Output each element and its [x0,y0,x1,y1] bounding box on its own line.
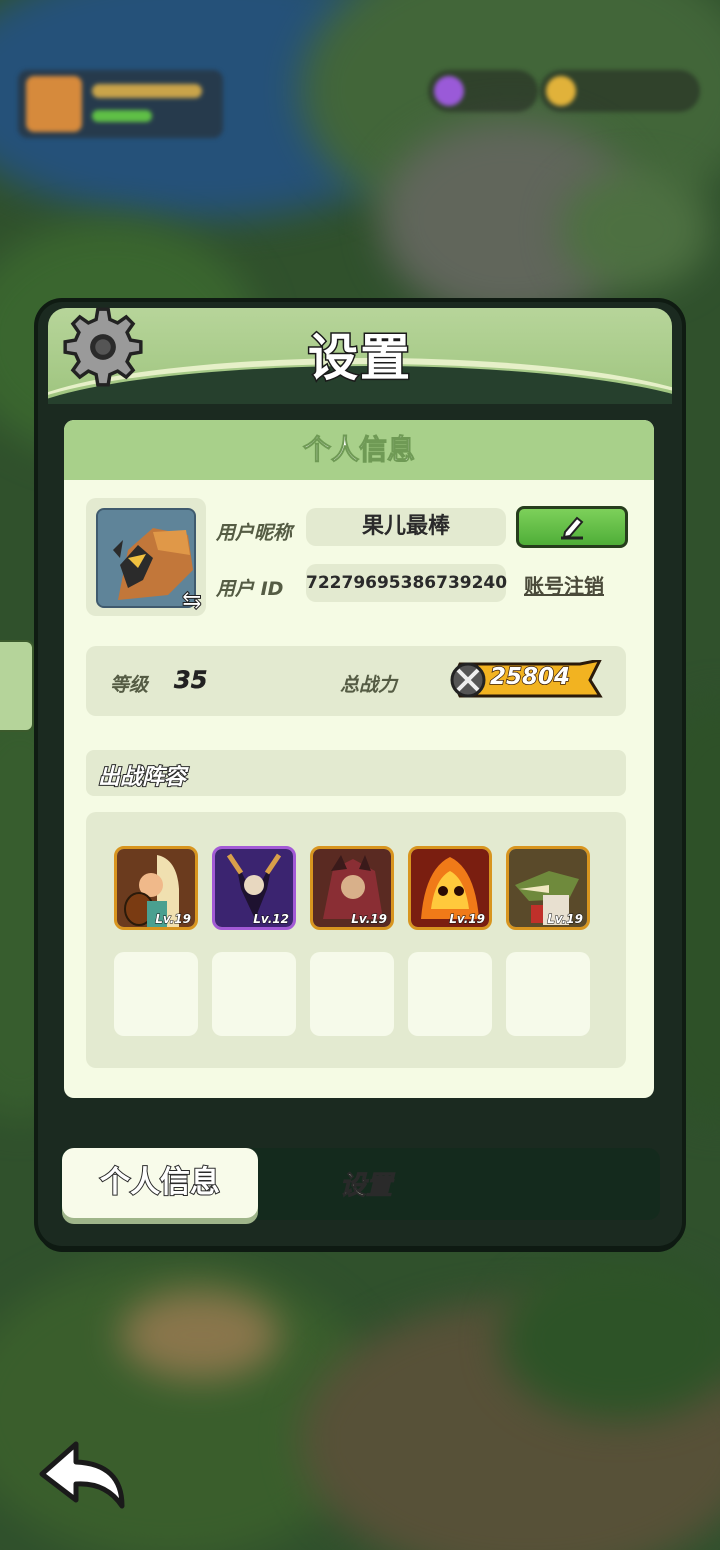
hero-slot-2[interactable]: Lv.12 [212,846,296,930]
avatar-frame[interactable]: ⇆ [86,498,206,616]
tab-personal-info[interactable]: 个人信息 [62,1148,258,1218]
team-header: 出战阵容 [86,750,626,796]
hero-level: Lv.19 [351,912,388,927]
hud-player-card [18,70,223,138]
pencil-icon [561,516,584,540]
back-arrow-icon[interactable] [36,1438,132,1512]
tab-settings[interactable]: 设置 [339,1148,392,1224]
empty-slot[interactable] [408,952,492,1036]
hero-slot-1[interactable]: Lv.19 [114,846,198,930]
user-id-field: 72279695386739240 [306,564,507,602]
hero-slot-3[interactable]: Lv.19 [310,846,394,930]
hero-level: Lv.19 [547,912,584,927]
hero-level: Lv.19 [155,912,192,927]
empty-slot[interactable] [506,952,590,1036]
section-title: 个人信息 [64,420,654,480]
hud-gem-counter [428,70,538,112]
dialog-tabs: 个人信息 设置 [60,1148,660,1220]
side-menu-tab [0,640,34,732]
hero-level: Lv.19 [449,912,486,927]
level-label: 等级 [110,674,149,696]
hero-level: Lv.12 [253,912,290,927]
team-title: 出战阵容 [97,764,187,791]
nickname-label: 用户昵称 [216,522,293,544]
team-lineup: Lv.19 Lv.12 Lv.19 Lv.19 Lv.19 [86,812,626,1068]
empty-slot[interactable] [310,952,394,1036]
settings-dialog: 设置 个人信息 ⇆ 用户昵称 果儿最棒 用户 ID 72279695386739… [38,302,682,1246]
personal-info-card: 个人信息 ⇆ 用户昵称 果儿最棒 用户 ID 72279695386739240… [64,420,654,1098]
hero-slot-5[interactable]: Lv.19 [506,846,590,930]
stats-row: 等级 35 总战力 25804 [86,646,626,716]
hero-slot-4[interactable]: Lv.19 [408,846,492,930]
nickname-field: 果儿最棒 [306,508,506,546]
level-value: 35 [174,666,208,695]
empty-slot[interactable] [212,952,296,1036]
gear-icon [63,307,143,387]
cancel-account-link[interactable]: 账号注销 [524,570,604,599]
hud-gold-counter [540,70,700,112]
power-value: 25804 [489,663,571,691]
swap-avatar-icon[interactable]: ⇆ [181,586,202,615]
power-label: 总战力 [340,674,398,696]
edit-nickname-button[interactable] [516,506,628,548]
user-id-label: 用户 ID [216,578,284,600]
empty-slot[interactable] [114,952,198,1036]
